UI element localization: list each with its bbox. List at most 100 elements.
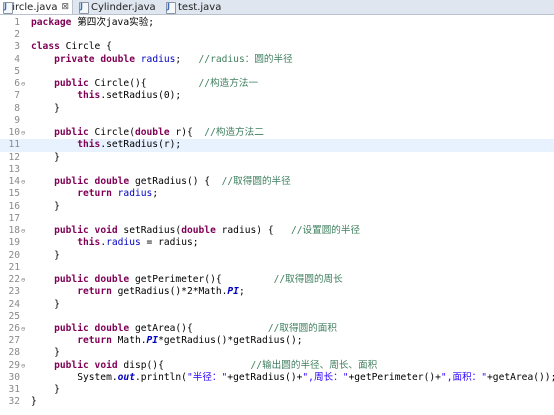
- code-line[interactable]: 25: [0, 311, 554, 323]
- code-token: getPerimeter(){: [129, 274, 274, 286]
- code-line[interactable]: 2: [0, 29, 554, 41]
- fold-toggle-icon[interactable]: ⊖: [21, 127, 27, 139]
- code-line[interactable]: 19 this.radius = radius;: [0, 237, 554, 249]
- code-text: public Circle(){ //构造方法一: [31, 78, 258, 90]
- tab-cylinder-java[interactable]: Cylinder.java: [76, 0, 162, 14]
- fold-toggle-icon[interactable]: ⊖: [21, 78, 27, 90]
- code-line[interactable]: 22 ⊖ public double getPerimeter(){ //取得圆的…: [0, 274, 554, 286]
- code-line[interactable]: 28 }: [0, 347, 554, 359]
- code-token: +getArea());: [487, 371, 554, 383]
- close-icon[interactable]: ⊠: [61, 2, 69, 12]
- code-token: getRadius()*2*Math.: [111, 286, 228, 298]
- code-token: //输出圆的半径、周长、面积: [250, 359, 378, 371]
- line-number: 15: [8, 188, 20, 200]
- code-token: public: [54, 78, 89, 90]
- code-token: private: [54, 53, 95, 65]
- code-token: double: [94, 176, 130, 188]
- code-token: public: [54, 323, 89, 334]
- code-line[interactable]: 23 return getRadius()*2*Math.PI;: [0, 286, 554, 298]
- code-line[interactable]: 32}: [0, 396, 554, 408]
- code-line[interactable]: 3 class Circle {: [0, 41, 554, 53]
- code-token: //设置圆的半径: [290, 225, 361, 237]
- code-text: public double getRadius() { //取得圆的半径: [31, 176, 291, 188]
- code-line[interactable]: 16 }: [0, 201, 554, 213]
- tab-label: Cylinder.java: [91, 1, 156, 13]
- line-number: 8: [14, 102, 20, 114]
- tab-circle-java[interactable]: Circle.java ⊠: [0, 0, 73, 14]
- code-line[interactable]: 8 }: [0, 103, 554, 115]
- code-token: out: [117, 371, 135, 383]
- code-editor[interactable]: 1 package 第四次java实验; 2 3 class Circle {4 pri…: [0, 15, 554, 415]
- code-token: getRadius() {: [129, 176, 222, 188]
- code-token: double: [181, 225, 216, 237]
- line-number: 3: [14, 41, 20, 53]
- code-token: //radius：圆的半径: [198, 53, 293, 65]
- code-line[interactable]: 20 }: [0, 250, 554, 262]
- code-line[interactable]: 4 private double radius; //radius：圆的半径: [0, 54, 554, 66]
- code-token: void: [94, 359, 118, 371]
- editor-tab-bar: Circle.java ⊠ Cylinder.java test.java: [0, 0, 554, 15]
- fold-toggle-icon[interactable]: ⊖: [21, 176, 27, 188]
- code-line[interactable]: 27 return Math.PI*getRadius()*getRadius(…: [0, 335, 554, 347]
- line-number: 28: [8, 347, 20, 359]
- code-token: //构造方法二: [204, 127, 264, 139]
- line-number: 17: [8, 212, 20, 224]
- code-token: System.: [31, 371, 118, 383]
- code-text: System.out.println("半径："+getRadius()+",周…: [31, 372, 554, 384]
- code-token: PI: [146, 335, 159, 347]
- code-token: //取得圆的周长: [273, 274, 343, 286]
- code-line[interactable]: 21: [0, 262, 554, 274]
- fold-toggle-icon[interactable]: ⊖: [21, 274, 27, 286]
- line-number: 4: [14, 53, 20, 65]
- code-line[interactable]: 17: [0, 213, 554, 225]
- code-line[interactable]: 9: [0, 115, 554, 127]
- code-token: public: [54, 176, 89, 188]
- tab-test-java[interactable]: test.java: [163, 0, 223, 14]
- code-line[interactable]: 24 }: [0, 299, 554, 311]
- code-line[interactable]: 5: [0, 66, 554, 78]
- code-token: public: [54, 225, 89, 237]
- code-line[interactable]: 31 }: [0, 384, 554, 396]
- code-token: Circle(: [88, 127, 135, 139]
- code-text: }: [31, 201, 60, 213]
- code-line[interactable]: 1 package 第四次java实验;: [0, 17, 554, 29]
- code-line[interactable]: 12 }: [0, 152, 554, 164]
- code-token: }: [31, 249, 60, 261]
- code-token: //取得圆的面积: [267, 323, 337, 334]
- code-text: private double radius; //radius：圆的半径: [31, 54, 293, 66]
- code-token: disp(){: [117, 359, 251, 371]
- line-number: 16: [8, 200, 20, 212]
- fold-toggle-icon[interactable]: ⊖: [21, 225, 27, 237]
- code-line[interactable]: 6 ⊖ public Circle(){ //构造方法一: [0, 78, 554, 90]
- tab-label: Circle.java: [5, 1, 58, 13]
- code-line[interactable]: 11 this.setRadius(r);: [0, 139, 554, 152]
- code-token: double: [134, 127, 170, 139]
- code-line[interactable]: 30 System.out.println("半径："+getRadius()+…: [0, 372, 554, 384]
- line-number: 24: [8, 298, 20, 310]
- code-token: public: [54, 274, 89, 286]
- code-token: +getPerimeter()+: [348, 371, 441, 383]
- code-line[interactable]: 7 this.setRadius(0);: [0, 90, 554, 102]
- code-token: *getRadius()*getRadius();: [158, 335, 303, 347]
- fold-toggle-icon[interactable]: ⊖: [21, 360, 27, 372]
- line-number: 12: [8, 151, 20, 163]
- fold-toggle-icon[interactable]: ⊖: [21, 323, 27, 335]
- code-line[interactable]: 14 ⊖ public double getRadius() { //取得圆的半径: [0, 176, 554, 188]
- code-token: public: [54, 359, 89, 371]
- code-text: return Math.PI*getRadius()*getRadius();: [31, 335, 303, 347]
- line-number: 23: [8, 286, 20, 298]
- code-line[interactable]: 29 ⊖ public void disp(){ //输出圆的半径、周长、面积: [0, 360, 554, 372]
- code-line[interactable]: 26 ⊖ public double getArea(){ //取得圆的面积: [0, 323, 554, 335]
- code-token: radius: [117, 188, 153, 200]
- code-line[interactable]: 15 return radius;: [0, 188, 554, 200]
- code-line[interactable]: 18 ⊖ public void setRadius(double radius)…: [0, 225, 554, 237]
- code-token: 第四次java实验;: [71, 17, 155, 28]
- code-line[interactable]: 10 ⊖ public Circle(double r){ //构造方法二: [0, 127, 554, 139]
- code-token: package: [31, 17, 72, 28]
- code-line[interactable]: 13: [0, 164, 554, 176]
